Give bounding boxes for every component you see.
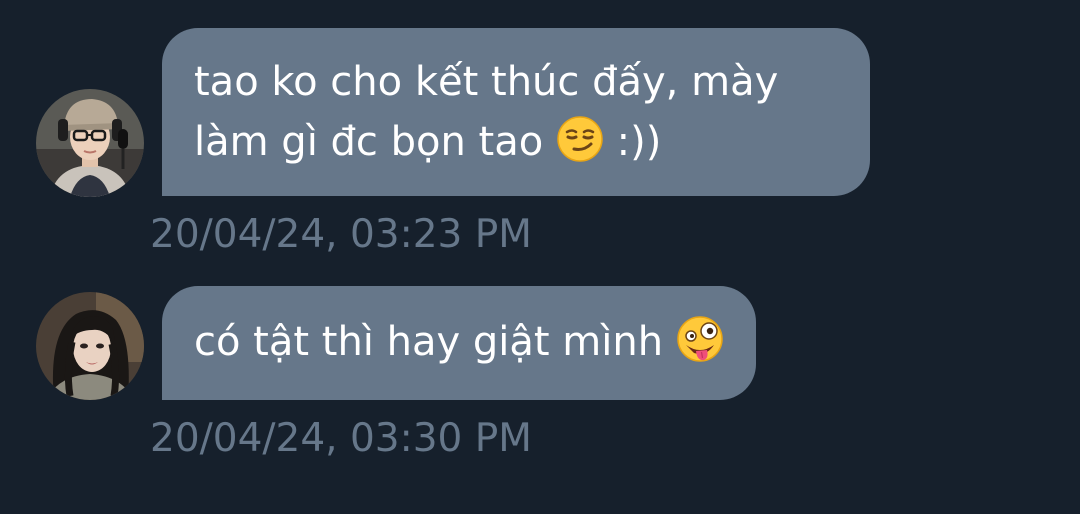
message-bubble[interactable]: có tật thì hay giật mình — [162, 286, 756, 400]
message-timestamp: 20/04/24, 03:23 PM — [150, 212, 532, 257]
message-thread: tao ko cho kết thúc đấy, mày làm gì đc b… — [0, 0, 1080, 514]
message-suffix: :)) — [603, 119, 662, 165]
message-bubble[interactable]: tao ko cho kết thúc đấy, mày làm gì đc b… — [162, 28, 870, 196]
message-emoji-spacer — [663, 319, 676, 365]
sender-avatar[interactable] — [36, 89, 144, 197]
avatar-image — [36, 89, 144, 197]
sender-avatar[interactable] — [36, 292, 144, 400]
message-row: có tật thì hay giật mình 20/04/24, 03:30… — [0, 270, 1080, 514]
smirking-face-icon — [556, 115, 604, 163]
message-timestamp: 20/04/24, 03:30 PM — [150, 416, 532, 461]
zany-face-icon — [676, 315, 724, 363]
message-text: có tật thì hay giật mình — [194, 319, 664, 365]
message-emoji-spacer — [543, 119, 556, 165]
message-text: tao ko cho kết thúc đấy, mày làm gì đc b… — [194, 59, 779, 165]
message-row: tao ko cho kết thúc đấy, mày làm gì đc b… — [0, 0, 1080, 270]
avatar-image — [36, 292, 144, 400]
